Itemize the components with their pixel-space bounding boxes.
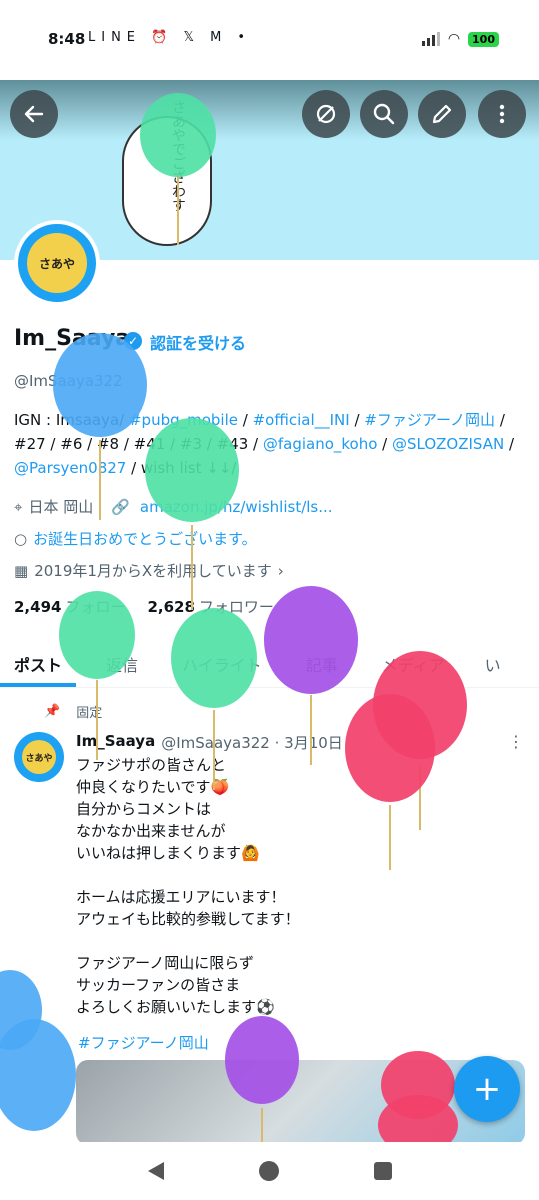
mention-link[interactable]: @Parsyen0827 <box>14 459 126 477</box>
hashtag-link[interactable]: #ファジアーノ岡山 <box>364 411 495 429</box>
status-bar: 8:48 LINE ⏰ 𝕏 M • ◠ 100 <box>0 0 539 80</box>
edit-button[interactable] <box>418 90 466 138</box>
pin-icon: 📌 <box>44 704 61 719</box>
status-right: ◠ 100 <box>421 31 499 47</box>
signal-icon <box>421 32 440 46</box>
profile-handle: @ImSaaya322 <box>14 372 123 390</box>
post-body: ファジサポの皆さんと 仲良くなりたいです🍑 自分からコメントは なかなか出来ませ… <box>76 756 300 1016</box>
location-pin-icon: ⌖ <box>14 497 23 516</box>
verified-check-icon: ✓ <box>124 332 142 350</box>
profile-avatar[interactable]: さあや <box>14 220 100 306</box>
joined-text: 2019年1月からXを利用しています <box>34 562 272 580</box>
profile-tabs: ポスト 返信 ハイライト 記事 メディア い <box>0 640 539 688</box>
bio-text: / <box>504 435 515 453</box>
tab-posts[interactable]: ポスト <box>0 640 77 687</box>
tab-highlights[interactable]: ハイライト <box>152 640 276 687</box>
arrow-left-icon <box>24 105 44 123</box>
follow-stats: 2,494 フォロー 2,628 フォロワー <box>14 596 274 617</box>
followers-count: 2,628 <box>147 598 195 616</box>
eye-slash-icon <box>316 104 336 124</box>
search-icon <box>373 103 395 125</box>
calendar-icon: ▦ <box>14 561 29 580</box>
pinned-text: 固定 <box>76 706 103 721</box>
following-label: フォロー <box>65 598 126 616</box>
profile-name: Im_Saaya <box>14 326 131 351</box>
post-hashtag[interactable]: #ファジアーノ岡山 <box>78 1032 209 1053</box>
more-button[interactable] <box>478 90 526 138</box>
compose-button[interactable]: + <box>454 1056 520 1122</box>
hashtag-link[interactable]: #pubg_mobile <box>129 411 238 429</box>
followers-link[interactable]: 2,628 フォロワー <box>147 596 273 617</box>
post-handle-date: @ImSaaya322 · 3月10日 <box>161 734 343 752</box>
verify-link[interactable]: 認証を受ける <box>150 330 246 354</box>
chevron-right-icon: › <box>277 561 284 580</box>
nav-back-icon[interactable] <box>147 1162 164 1180</box>
joined-row[interactable]: ▦ 2019年1月からXを利用しています › <box>14 560 284 581</box>
mention-link[interactable]: @SLOZOZISAN <box>392 435 504 453</box>
following-link[interactable]: 2,494 フォロー <box>14 596 125 617</box>
pencil-icon <box>432 104 452 124</box>
speech-bubble-text: さあやでござわす <box>170 100 186 212</box>
back-button[interactable] <box>10 90 58 138</box>
mention-link[interactable]: @fagiano_koho <box>263 435 378 453</box>
tab-replies[interactable]: 返信 <box>76 640 152 687</box>
bio-text: IGN : Imsaaya/ <box>14 411 129 429</box>
speech-bubble <box>122 116 212 246</box>
bio-text: / <box>349 411 365 429</box>
post-author[interactable]: Im_Saaya <box>76 732 155 753</box>
balloon-blue-icon <box>0 970 76 1131</box>
search-button[interactable] <box>360 90 408 138</box>
location-text: 日本 岡山 <box>28 498 94 516</box>
battery-icon: 100 <box>468 31 499 47</box>
birthday-text: お誕生日おめでとうございます。 <box>33 530 257 548</box>
balloon-icon: ○ <box>14 529 28 548</box>
nav-home-icon[interactable] <box>258 1161 279 1181</box>
pinned-label: 📌 固定 <box>44 702 102 721</box>
tab-media[interactable]: メディア <box>352 640 459 687</box>
status-time: 8:48 <box>48 30 86 48</box>
bio-text: / wish list ↓↓/ <box>126 459 237 477</box>
hashtag-link[interactable]: #official__INI <box>253 411 350 429</box>
website-link[interactable]: amazon.jp/hz/wishlist/ls... <box>140 498 333 516</box>
following-count: 2,494 <box>14 598 62 616</box>
avatar-image: さあや <box>27 233 87 293</box>
tab-articles[interactable]: 記事 <box>276 640 352 687</box>
birthday-row: ○ お誕生日おめでとうございます。 <box>14 528 257 549</box>
bio-text: / <box>377 435 392 453</box>
tab-likes[interactable]: い <box>459 640 515 687</box>
post-avatar[interactable]: さあや <box>14 732 64 782</box>
link-icon: 🔗 <box>111 497 130 516</box>
notification-icons: LINE ⏰ 𝕏 M • <box>88 30 252 45</box>
post-header: Im_Saaya @ImSaaya322 · 3月10日 <box>76 732 343 753</box>
nav-recents-icon[interactable] <box>373 1162 392 1180</box>
more-vertical-icon <box>499 104 505 124</box>
hide-button[interactable] <box>302 90 350 138</box>
wifi-icon: ◠ <box>447 31 461 47</box>
followers-label: フォロワー <box>198 598 274 616</box>
location-row: ⌖ 日本 岡山 🔗 amazon.jp/hz/wishlist/ls... <box>14 496 333 517</box>
post-more-icon[interactable]: ⋮ <box>508 732 524 751</box>
system-nav-bar <box>0 1142 539 1200</box>
profile-bio: IGN : Imsaaya/ #pubg_mobile / #official_… <box>14 408 524 480</box>
bio-text: / <box>238 411 253 429</box>
post-avatar-image: さあや <box>22 740 56 774</box>
